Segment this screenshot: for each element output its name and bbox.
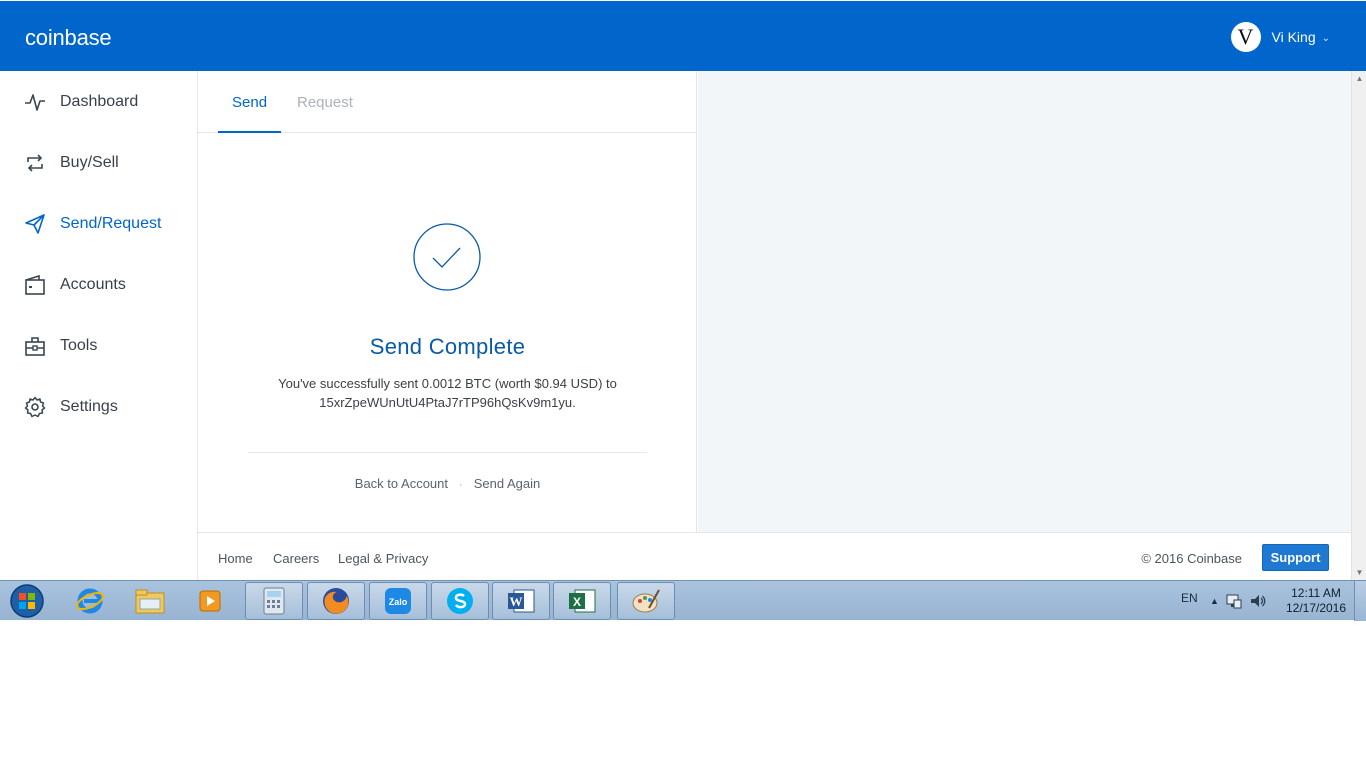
copyright: © 2016 Coinbase xyxy=(1141,551,1242,566)
system-clock[interactable]: 12:11 AM 12/17/2016 xyxy=(1284,586,1348,616)
sidebar-item-label: Settings xyxy=(60,397,118,415)
wallet-icon xyxy=(25,274,45,295)
calculator-icon[interactable] xyxy=(245,582,303,620)
firefox-icon[interactable] xyxy=(307,582,365,620)
media-player-icon[interactable] xyxy=(182,582,240,620)
gear-icon xyxy=(24,396,46,417)
tab-bar: Send Request xyxy=(198,71,697,133)
paper-plane-icon xyxy=(25,213,45,234)
recipient-address: 15xrZpeWUnUtU4PtaJ7rTP96hQsKv9m1yu. xyxy=(319,395,576,410)
sidebar-item-dashboard[interactable]: Dashboard xyxy=(0,71,197,132)
system-tray: ▲ xyxy=(1210,592,1267,610)
paint-icon[interactable] xyxy=(617,582,675,620)
word-icon[interactable]: W xyxy=(492,582,550,620)
browser-page: coinbase V Vi King ⌄ Dashboard Buy/Sell … xyxy=(0,0,1366,580)
vertical-scrollbar[interactable]: ▲ ▼ xyxy=(1351,71,1366,580)
cycle-arrows-icon xyxy=(27,153,43,172)
footer-link-home[interactable]: Home xyxy=(218,551,253,566)
send-request-panel: Send Request Send Complete You've succes… xyxy=(198,71,697,532)
sidebar-item-accounts[interactable]: Accounts xyxy=(0,254,197,315)
result-actions: Back to Account · Send Again xyxy=(198,476,697,491)
footer-link-legal-privacy[interactable]: Legal & Privacy xyxy=(338,551,428,566)
user-name: Vi King xyxy=(1271,29,1316,45)
file-explorer-icon[interactable] xyxy=(121,582,179,620)
svg-text:W: W xyxy=(510,594,523,609)
tab-request[interactable]: Request xyxy=(297,94,353,111)
support-button[interactable]: Support xyxy=(1262,544,1329,571)
sidebar-item-send-request[interactable]: Send/Request xyxy=(0,193,197,254)
send-complete-title: Send Complete xyxy=(369,334,526,359)
scroll-up-arrow-icon[interactable]: ▲ xyxy=(1352,71,1366,86)
separator-dot: · xyxy=(459,479,463,491)
network-icon[interactable] xyxy=(1225,592,1243,610)
language-indicator[interactable]: EN xyxy=(1181,591,1198,605)
zalo-label: Zalo xyxy=(389,597,408,607)
sidebar-item-label: Buy/Sell xyxy=(60,153,119,171)
sidebar-item-label: Accounts xyxy=(60,275,126,293)
chevron-down-icon: ⌄ xyxy=(1321,33,1330,44)
user-menu[interactable]: V Vi King ⌄ xyxy=(1230,21,1330,53)
volume-icon[interactable] xyxy=(1249,592,1267,610)
sidebar: Dashboard Buy/Sell Send/Request Accounts xyxy=(0,71,198,580)
back-to-account-link[interactable]: Back to Account xyxy=(355,476,448,491)
top-bar: coinbase V Vi King ⌄ xyxy=(0,1,1366,71)
clock-time: 12:11 AM xyxy=(1291,586,1341,600)
sidebar-item-buy-sell[interactable]: Buy/Sell xyxy=(0,132,197,193)
skype-icon[interactable] xyxy=(431,582,489,620)
windows-start-icon[interactable] xyxy=(7,583,47,619)
success-message: You've successfully sent 0.0012 BTC (wor… xyxy=(278,376,617,391)
show-hidden-icons-icon[interactable]: ▲ xyxy=(1210,592,1219,610)
internet-explorer-icon[interactable] xyxy=(61,582,119,620)
pulse-icon xyxy=(25,93,45,111)
footer: Home Careers Legal & Privacy © 2016 Coin… xyxy=(198,532,1351,580)
sidebar-item-settings[interactable]: Settings xyxy=(0,376,197,437)
footer-link-careers[interactable]: Careers xyxy=(273,551,319,566)
divider xyxy=(248,452,647,453)
tab-send[interactable]: Send xyxy=(232,94,267,111)
avatar: V xyxy=(1230,22,1261,52)
active-tab-indicator xyxy=(218,131,281,133)
zalo-icon[interactable]: Zalo xyxy=(369,582,427,620)
sidebar-item-tools[interactable]: Tools xyxy=(0,315,197,376)
coinbase-logo[interactable]: coinbase xyxy=(25,25,112,51)
taskbar: Zalo W X EN ▲ 12:11 AM 12/17/2016 xyxy=(0,580,1366,621)
svg-text:X: X xyxy=(573,595,581,609)
toolbox-icon xyxy=(25,336,45,356)
scroll-down-arrow-icon[interactable]: ▼ xyxy=(1352,565,1366,580)
clock-date: 12/17/2016 xyxy=(1285,601,1347,615)
show-desktop-button[interactable] xyxy=(1354,581,1366,621)
send-again-link[interactable]: Send Again xyxy=(474,476,541,491)
content-background xyxy=(698,71,1351,532)
sidebar-item-label: Tools xyxy=(60,336,98,354)
sidebar-item-label: Dashboard xyxy=(60,92,139,110)
sidebar-item-label: Send/Request xyxy=(60,214,162,232)
checkmark-circle-icon xyxy=(413,223,481,291)
excel-icon[interactable]: X xyxy=(553,582,611,620)
